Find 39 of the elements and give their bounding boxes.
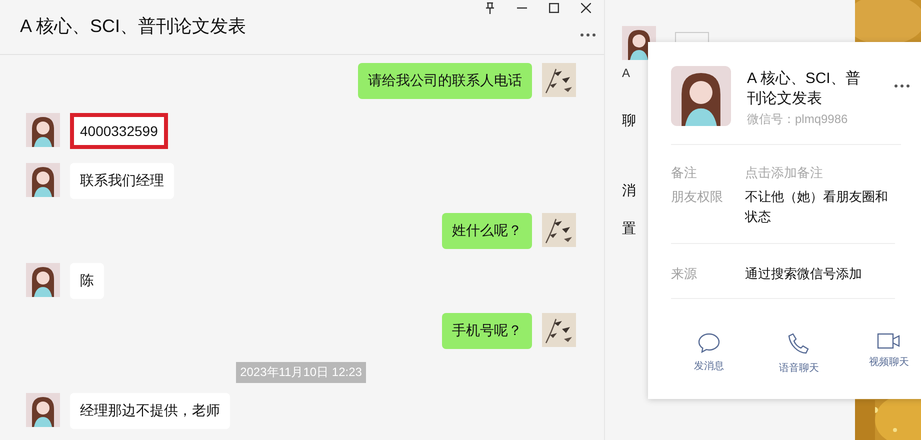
chat-title: A 核心、SCI、普刊论文发表 — [20, 15, 246, 38]
setting-label: 聊 — [622, 112, 636, 130]
avatar-icon — [26, 393, 60, 427]
message-bubble: 陈 — [70, 263, 104, 299]
avatar-icon — [26, 113, 60, 147]
close-icon — [581, 3, 591, 13]
contact-name: A 核心、SCI、普刊论文发表 — [747, 69, 862, 109]
more-icon — [580, 33, 596, 37]
maximize-button[interactable] — [546, 1, 562, 15]
message-bubble: 请给我公司的联系人电话 — [358, 63, 532, 99]
avatar-icon — [26, 163, 60, 197]
field-label: 朋友权限 — [671, 188, 724, 206]
timestamp: 2023年11月10日 12:23 — [236, 362, 366, 382]
close-button[interactable] — [578, 1, 594, 15]
action-button[interactable]: 视频聊天 — [859, 333, 919, 375]
video-camera-icon — [877, 333, 901, 349]
minimize-icon — [517, 7, 527, 9]
wechat-id: 微信号：plmq9986 — [747, 111, 849, 128]
more-icon — [894, 84, 910, 88]
phone-icon — [788, 333, 810, 355]
message-bubble: 4000332599 — [70, 113, 168, 149]
field-label: 备注 — [671, 164, 698, 182]
chat-bubble-icon — [698, 333, 720, 353]
message-bubble: 经理那边不提供，老师 — [70, 393, 230, 429]
avatar-icon — [671, 66, 731, 126]
field-label: 来源 — [671, 265, 698, 283]
maximize-icon — [549, 3, 559, 13]
member-name: A — [622, 66, 630, 80]
setting-label: 置 — [622, 220, 636, 238]
action-button[interactable]: 发消息 — [679, 333, 739, 375]
field-value: 通过搜索微信号添加 — [745, 265, 863, 283]
avatar-icon — [26, 263, 60, 297]
action-button[interactable]: 语音聊天 — [769, 333, 829, 375]
message-bubble: 手机号呢？ — [442, 313, 532, 349]
setting-label: 消 — [622, 182, 636, 200]
pin-icon — [485, 2, 495, 14]
field-value: 不让他（她）看朋友圈和状态 — [745, 188, 889, 226]
message-bubble: 联系我们经理 — [70, 163, 174, 199]
message-bubble: 姓什么呢？ — [442, 213, 532, 249]
